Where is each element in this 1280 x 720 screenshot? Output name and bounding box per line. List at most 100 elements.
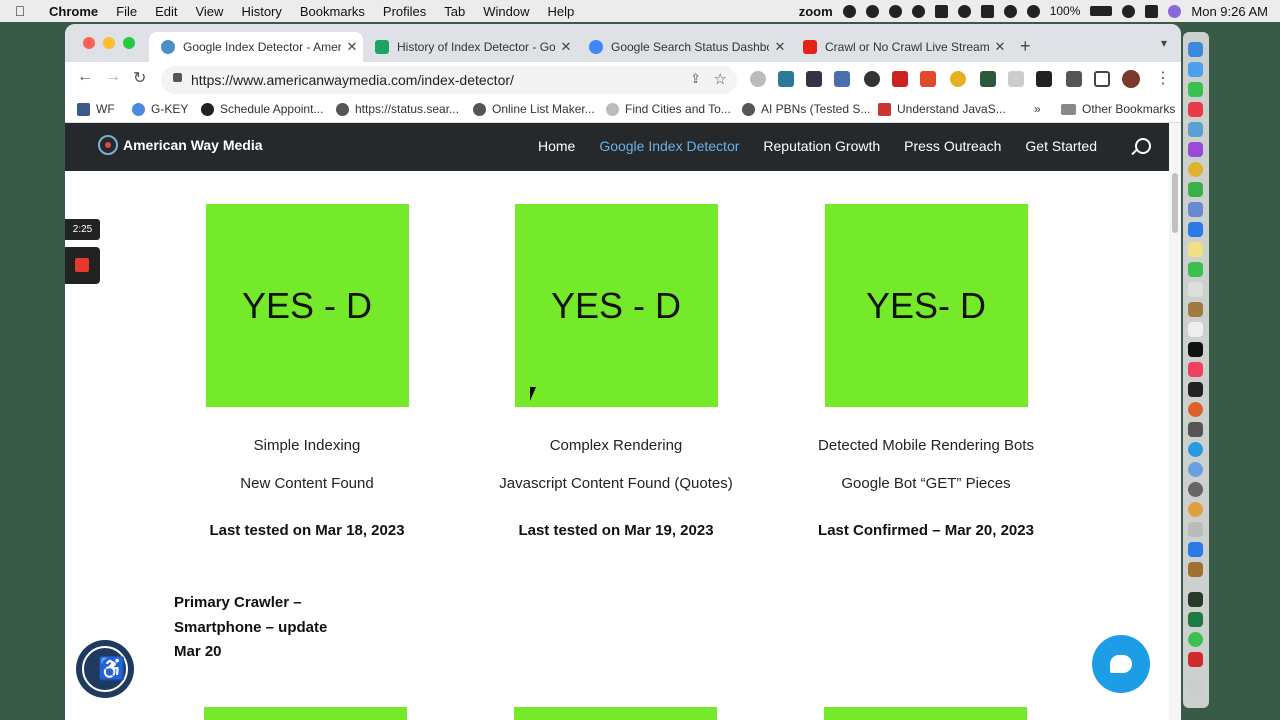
music-icon[interactable] bbox=[1188, 362, 1203, 377]
minimize-window-button[interactable] bbox=[103, 37, 115, 49]
clock[interactable]: Mon 9:26 AM bbox=[1191, 4, 1268, 19]
app-icon[interactable] bbox=[1188, 482, 1203, 497]
menu-view[interactable]: View bbox=[186, 4, 232, 19]
extension-icon[interactable] bbox=[1008, 71, 1024, 87]
reminders-icon[interactable] bbox=[1188, 322, 1203, 337]
firefox-icon[interactable] bbox=[1188, 402, 1203, 417]
printer-icon[interactable] bbox=[1188, 522, 1203, 537]
status-icon[interactable] bbox=[842, 4, 856, 18]
close-window-button[interactable] bbox=[83, 37, 95, 49]
app-icon[interactable] bbox=[1188, 302, 1203, 317]
profile-avatar[interactable] bbox=[1122, 70, 1140, 88]
app-store-icon[interactable] bbox=[1188, 222, 1203, 237]
search-icon[interactable] bbox=[1122, 4, 1136, 18]
chrome-icon[interactable] bbox=[1188, 162, 1203, 177]
skype-icon[interactable] bbox=[1188, 442, 1203, 457]
facetime-icon[interactable] bbox=[1188, 262, 1203, 277]
url-text[interactable]: https://www.americanwaymedia.com/index-d… bbox=[191, 72, 514, 88]
puzzle-extensions-icon[interactable] bbox=[1066, 71, 1082, 87]
chat-widget-button[interactable] bbox=[1092, 635, 1150, 693]
bookmarks-overflow-chevron[interactable]: » bbox=[1034, 102, 1041, 116]
apple-icon[interactable]:  bbox=[0, 3, 40, 19]
extension-icon[interactable] bbox=[778, 71, 794, 87]
tab-google-search-status[interactable]: Google Search Status Dashboa ✕ bbox=[577, 32, 791, 62]
app-icon[interactable] bbox=[1188, 562, 1203, 577]
nav-press-outreach[interactable]: Press Outreach bbox=[904, 138, 1001, 154]
side-panel-icon[interactable] bbox=[1094, 71, 1110, 87]
share-icon[interactable]: ⇪ bbox=[690, 71, 701, 87]
menu-bookmarks[interactable]: Bookmarks bbox=[291, 4, 374, 19]
bookmark-item[interactable]: Online List Maker... bbox=[473, 102, 595, 116]
bookmark-item[interactable]: AI PBNs (Tested S... bbox=[742, 102, 870, 116]
menu-app-name[interactable]: Chrome bbox=[40, 4, 107, 19]
page-scrollbar[interactable] bbox=[1169, 123, 1181, 720]
wifi-icon[interactable] bbox=[957, 4, 971, 18]
stop-recording-button[interactable] bbox=[65, 247, 100, 284]
checkmark-status-icon[interactable] bbox=[1026, 4, 1040, 18]
zoom-icon[interactable] bbox=[1188, 542, 1203, 557]
close-tab-icon[interactable]: ✕ bbox=[555, 39, 577, 55]
mail-icon[interactable] bbox=[1188, 62, 1203, 77]
extension-icon[interactable] bbox=[750, 71, 766, 87]
numbers-icon[interactable] bbox=[1188, 182, 1203, 197]
excel-icon[interactable] bbox=[1188, 612, 1203, 627]
scrollbar-thumb[interactable] bbox=[1172, 173, 1178, 233]
tab-history-of-index-detector[interactable]: History of Index Detector - Go ✕ bbox=[363, 32, 577, 62]
nav-home[interactable]: Home bbox=[538, 138, 575, 154]
status-icon[interactable] bbox=[865, 4, 879, 18]
new-tab-button[interactable]: + bbox=[1020, 36, 1031, 57]
extension-icon[interactable] bbox=[950, 71, 966, 87]
tab-google-index-detector[interactable]: Google Index Detector - Ameri ✕ bbox=[149, 32, 363, 62]
app-icon[interactable] bbox=[1188, 652, 1203, 667]
app-icon[interactable] bbox=[1188, 592, 1203, 607]
bookmark-item[interactable]: Schedule Appoint... bbox=[201, 102, 323, 116]
gear-icon[interactable] bbox=[864, 71, 880, 87]
app-icon[interactable] bbox=[1188, 202, 1203, 217]
extension-icon[interactable] bbox=[920, 71, 936, 87]
close-tab-icon[interactable]: ✕ bbox=[341, 39, 363, 55]
bookmark-item[interactable]: https://status.sear... bbox=[336, 102, 459, 116]
app-icon[interactable] bbox=[1188, 462, 1203, 477]
menu-file[interactable]: File bbox=[107, 4, 146, 19]
back-button[interactable]: ← bbox=[77, 68, 93, 86]
app-icon[interactable] bbox=[1188, 122, 1203, 137]
site-logo[interactable]: American Way Media bbox=[98, 135, 263, 155]
extension-icon[interactable] bbox=[980, 71, 996, 87]
menu-history[interactable]: History bbox=[232, 4, 290, 19]
menu-help[interactable]: Help bbox=[539, 4, 584, 19]
nav-google-index-detector[interactable]: Google Index Detector bbox=[599, 138, 739, 154]
bookmark-item[interactable]: Understand JavaS... bbox=[878, 102, 1006, 116]
status-icon[interactable] bbox=[911, 4, 925, 18]
apple-tv-icon[interactable] bbox=[1188, 342, 1203, 357]
other-bookmarks-folder[interactable]: Other Bookmarks bbox=[1061, 102, 1175, 116]
control-center-icon[interactable] bbox=[1145, 4, 1159, 18]
maximize-window-button[interactable] bbox=[123, 37, 135, 49]
status-icon[interactable] bbox=[934, 4, 948, 18]
bookmark-item[interactable]: G-KEY bbox=[132, 102, 188, 116]
app-icon[interactable] bbox=[1188, 282, 1203, 297]
status-icon[interactable] bbox=[980, 4, 994, 18]
menu-profiles[interactable]: Profiles bbox=[374, 4, 435, 19]
close-tab-icon[interactable]: ✕ bbox=[769, 39, 791, 55]
extension-icon[interactable] bbox=[892, 71, 908, 87]
forward-button[interactable]: → bbox=[105, 68, 121, 86]
bookmark-item[interactable]: Find Cities and To... bbox=[606, 102, 731, 116]
bookmark-item[interactable]: WF bbox=[77, 102, 115, 116]
accessibility-widget-button[interactable]: ♿ bbox=[76, 640, 134, 698]
podcasts-icon[interactable] bbox=[1188, 142, 1203, 157]
notes-icon[interactable] bbox=[1188, 242, 1203, 257]
bluetooth-icon[interactable] bbox=[1003, 4, 1017, 18]
menu-tab[interactable]: Tab bbox=[435, 4, 474, 19]
tab-crawl-live-stream[interactable]: Crawl or No Crawl Live Stream ✕ bbox=[791, 32, 1011, 62]
photos-icon[interactable] bbox=[1188, 502, 1203, 517]
calculator-icon[interactable] bbox=[1188, 422, 1203, 437]
news-icon[interactable] bbox=[1188, 102, 1203, 117]
battery-icon[interactable] bbox=[1090, 6, 1113, 16]
nav-reputation-growth[interactable]: Reputation Growth bbox=[763, 138, 880, 154]
extension-icon[interactable] bbox=[806, 71, 822, 87]
extension-icon[interactable] bbox=[1036, 71, 1052, 87]
whatsapp-icon[interactable] bbox=[1188, 632, 1203, 647]
trash-icon[interactable] bbox=[1188, 680, 1203, 695]
menu-window[interactable]: Window bbox=[474, 4, 538, 19]
status-icon[interactable] bbox=[888, 4, 902, 18]
